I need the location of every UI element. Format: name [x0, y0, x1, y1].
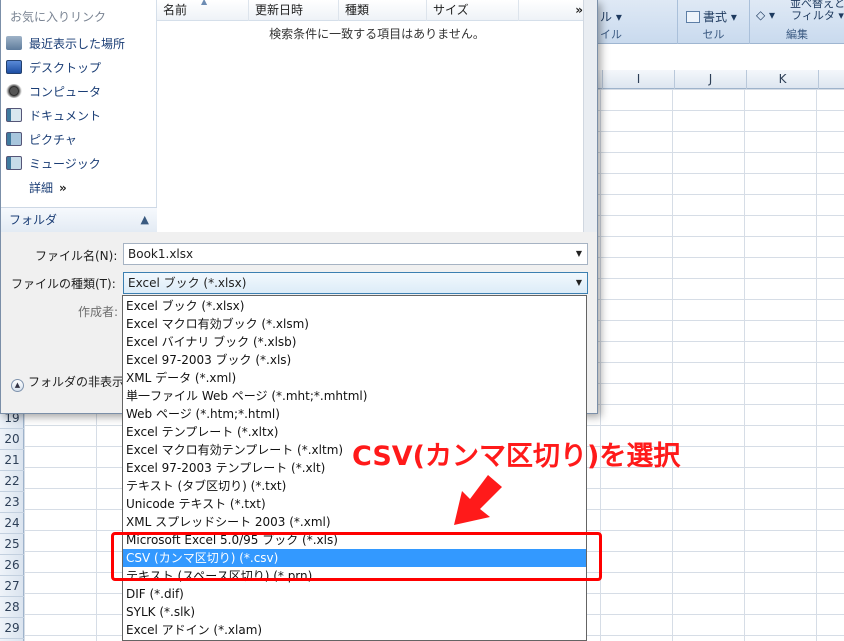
double-chevron-icon: »	[59, 181, 67, 195]
nav-more-label: 詳細	[29, 181, 54, 195]
row-header[interactable]: 20	[0, 429, 24, 450]
filetype-option[interactable]: Unicode テキスト (*.txt)	[123, 495, 586, 513]
filetype-option[interactable]: 単一ファイル Web ページ (*.mht;*.mhtml)	[123, 387, 586, 405]
filetype-option[interactable]: SYLK (*.slk)	[123, 603, 586, 621]
annotation-callout: CSV(カンマ区切り)を選択	[352, 441, 681, 472]
documents-icon	[6, 108, 22, 122]
nav-item-documents[interactable]: ドキュメント	[6, 105, 154, 127]
ribbon-group-label-styles: イル	[600, 28, 622, 41]
column-header-type[interactable]: 種類	[339, 0, 427, 21]
clear-button[interactable]: ◇ ▾	[756, 8, 775, 22]
column-header-i[interactable]: I	[602, 70, 674, 89]
recent-places-icon	[6, 36, 22, 50]
row-header[interactable]: 22	[0, 471, 24, 492]
column-header-k[interactable]: K	[746, 70, 818, 89]
ribbon-group-label-cells: セル	[702, 28, 725, 41]
filetype-option[interactable]: Excel ブック (*.xlsx)	[123, 297, 586, 315]
excel-ribbon: ル ▾ イル 書式 ▾ セル ◇ ▾ 並べ替えと フィルタ ▾ 編集	[596, 0, 844, 44]
file-list-pane[interactable]: 名前 ▲ 更新日時 種類 サイズ » 検索条件に一致する項目はありません。	[157, 0, 597, 232]
filename-label: ファイル名(N):	[35, 249, 118, 263]
filetype-option[interactable]: Excel マクロ有効ブック (*.xlsm)	[123, 315, 586, 333]
filetype-option[interactable]: Web ページ (*.htm;*.html)	[123, 405, 586, 423]
desktop-icon	[6, 60, 22, 74]
row-header[interactable]: 23	[0, 492, 24, 513]
nav-item-desktop[interactable]: デスクトップ	[6, 57, 154, 79]
nav-item-label: 最近表示した場所	[29, 37, 126, 51]
filetype-option[interactable]: DIF (*.dif)	[123, 585, 586, 603]
row-header[interactable]: 26	[0, 555, 24, 576]
ribbon-group-cells: 書式 ▾ セル	[678, 0, 750, 44]
row-header[interactable]: 25	[0, 534, 24, 555]
filetype-value: Excel ブック (*.xlsx)	[128, 276, 247, 290]
filetype-label: ファイルの種類(T):	[11, 277, 116, 291]
nav-item-music[interactable]: ミュージック	[6, 153, 154, 175]
filetype-option[interactable]: XML スプレッドシート 2003 (*.xml)	[123, 513, 586, 531]
row-header[interactable]: 28	[0, 597, 24, 618]
chevron-up-icon: ▲	[140, 213, 149, 226]
sort-ascending-icon: ▲	[201, 0, 208, 6]
computer-icon	[6, 84, 22, 98]
collapse-up-icon: ▲	[11, 379, 24, 392]
format-icon	[686, 11, 700, 23]
format-button[interactable]: 書式 ▾	[686, 8, 737, 25]
nav-item-label: ミュージック	[29, 157, 101, 171]
annotation-highlight-box	[111, 532, 602, 581]
dropdown-arrow-icon[interactable]: ▼	[571, 244, 587, 264]
row-header[interactable]: 29	[0, 618, 24, 639]
filetype-option[interactable]: Excel アドイン (*.xlam)	[123, 621, 586, 639]
filetype-option[interactable]: Excel 97-2003 ブック (*.xls)	[123, 351, 586, 369]
pictures-icon	[6, 132, 22, 146]
filename-input[interactable]: Book1.xlsx ▼	[123, 243, 588, 265]
nav-item-label: デスクトップ	[29, 61, 102, 75]
row-header[interactable]: 24	[0, 513, 24, 534]
nav-item-label: ピクチャ	[29, 133, 77, 147]
column-header-size[interactable]: サイズ	[427, 0, 519, 21]
navigation-pane: お気に入りリンク 最近表示した場所 デスクトップ コンピュータ ドキュメント ピ…	[1, 0, 157, 232]
row-header[interactable]: 21	[0, 450, 24, 471]
header-label: 名前	[163, 3, 188, 17]
filetype-option[interactable]: XML データ (*.xml)	[123, 369, 586, 387]
annotation-arrow-icon	[454, 475, 502, 525]
hide-folders-button[interactable]: ▲ フォルダの非表示	[11, 372, 124, 392]
column-header-j[interactable]: J	[674, 70, 746, 89]
filetype-select[interactable]: Excel ブック (*.xlsx) ▼	[123, 272, 588, 294]
ribbon-group-editing: ◇ ▾ 並べ替えと フィルタ ▾ 編集	[750, 0, 844, 44]
column-headers: I J K	[596, 70, 844, 89]
filetype-option[interactable]: テキスト (タブ区切り) (*.txt)	[123, 477, 586, 495]
column-header-name[interactable]: 名前 ▲	[157, 0, 249, 21]
nav-item-computer[interactable]: コンピュータ	[6, 81, 154, 103]
filetype-option[interactable]: Excel バイナリ ブック (*.xlsb)	[123, 333, 586, 351]
column-header-modified[interactable]: 更新日時	[249, 0, 339, 21]
ribbon-group-label-editing: 編集	[786, 28, 808, 41]
author-label: 作成者:	[78, 305, 119, 319]
empty-results-message: 検索条件に一致する項目はありません。	[269, 27, 485, 41]
dropdown-arrow-icon[interactable]: ▼	[571, 273, 587, 293]
sort-filter-button[interactable]: 並べ替えと フィルタ ▾	[790, 0, 844, 22]
nav-item-label: ドキュメント	[29, 109, 102, 123]
file-list-headers: 名前 ▲ 更新日時 種類 サイズ »	[157, 0, 597, 21]
hide-folders-label: フォルダの非表示	[28, 375, 125, 389]
row-header[interactable]: 27	[0, 576, 24, 597]
row-headers: 19 20 21 22 23 24 25 26 27 28 29	[0, 408, 24, 641]
column-header-partial[interactable]	[818, 70, 844, 89]
favorites-title: お気に入りリンク	[10, 10, 107, 24]
ribbon-group-styles: ル ▾ イル	[596, 0, 678, 44]
nav-item-label: コンピュータ	[29, 85, 102, 99]
ribbon-partial-button[interactable]: ル ▾	[600, 8, 622, 25]
nav-more-link[interactable]: 詳細 »	[29, 177, 67, 199]
dialog-scrollbar[interactable]	[583, 0, 597, 232]
filename-value: Book1.xlsx	[128, 247, 194, 261]
nav-item-pictures[interactable]: ピクチャ	[6, 129, 154, 151]
nav-item-recent-places[interactable]: 最近表示した場所	[6, 33, 154, 55]
folders-toggle[interactable]: フォルダ ▲	[1, 207, 157, 232]
folders-label: フォルダ	[9, 213, 58, 227]
music-icon	[6, 156, 22, 170]
